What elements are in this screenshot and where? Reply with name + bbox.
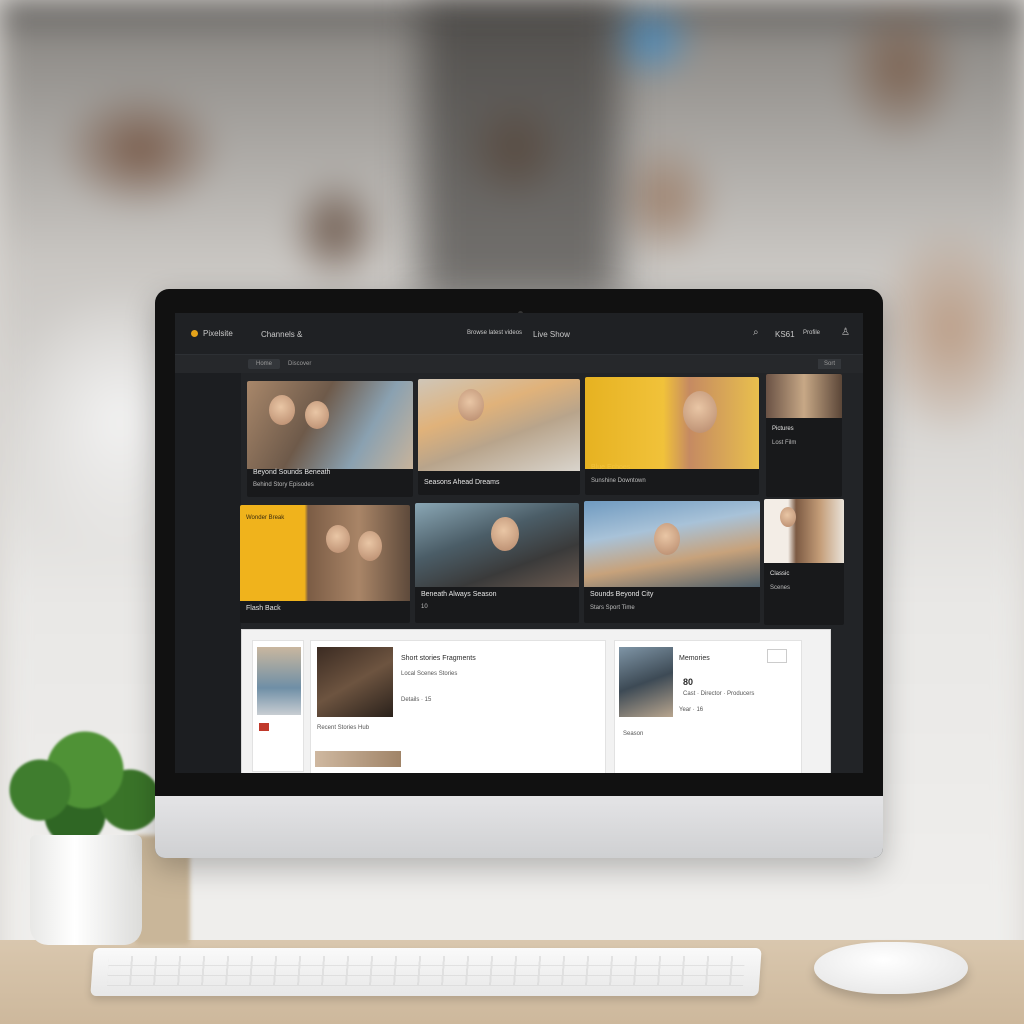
video-subtitle: Scenes [770,585,791,591]
person-figure [358,531,382,561]
keyboard [90,948,762,996]
video-label: Wonder Break [246,515,285,521]
user-label[interactable]: KS61 [775,330,795,339]
detail-title: Memories [679,655,710,662]
video-tile[interactable]: Classic Scenes [764,499,844,625]
video-tile[interactable]: Beneath Always Season 10 [415,503,579,623]
tab-live-show[interactable]: Live Show [533,330,570,339]
video-tile[interactable]: Sounds Beyond City Stars Sport Time [584,501,760,623]
video-thumbnail: Wonder Break [240,505,410,601]
video-tile[interactable]: Wonder Break Flash Back [240,505,410,623]
search-icon[interactable]: ⌕ [753,327,759,338]
video-thumbnail [585,377,759,469]
video-tile[interactable]: Beyond Sounds Beneath Behind Story Episo… [247,381,413,497]
profile-link[interactable]: Profile [803,330,820,336]
video-thumbnail [247,381,413,469]
story-title: Short stories Fragments [401,655,476,662]
app-subbar: Home Discover Sort [175,355,863,373]
background-shelf [420,0,620,300]
detail-footer: Season [623,731,644,737]
person-figure [491,517,519,551]
monitor: Pixelsite Channels & Browse latest video… [155,289,883,858]
video-title: Pictures [772,426,794,432]
screen: Pixelsite Channels & Browse latest video… [175,313,863,773]
expand-icon[interactable] [767,649,787,663]
monitor-chin [155,796,883,858]
video-tile[interactable]: Pictures Lost Film [766,374,842,497]
person-figure [654,523,680,555]
video-title: Sounds Beyond City [590,591,654,598]
video-subtitle: Sunshine Downtown [591,478,646,484]
record-icon[interactable] [259,723,269,731]
plant-pot [30,835,142,945]
mouse [814,942,968,994]
video-thumbnail [418,379,580,471]
person-figure [326,525,350,553]
video-thumbnail [766,374,842,418]
sort-button[interactable]: Sort [817,359,841,369]
story-image [317,647,393,717]
sidebar [175,373,241,773]
tab-home[interactable]: Home [248,359,281,369]
video-thumbnail [764,499,844,563]
video-title: Flash Back [246,605,281,612]
video-subtitle: Behind Story Episodes [253,482,314,488]
person-figure [780,507,796,527]
user-icon[interactable]: ♙ [841,327,850,338]
person-figure [269,395,295,425]
story-card[interactable]: Short stories Fragments Local Scenes Sto… [310,640,606,773]
video-subtitle: Lost Film [772,440,797,446]
keyboard-keys [107,956,746,986]
app-topbar: Pixelsite Channels & Browse latest video… [175,313,863,355]
story-meta: Details · 15 [401,697,432,703]
video-thumbnail [584,501,760,587]
detail-image [619,647,673,717]
person-figure [683,391,717,433]
detail-meta: Year · 16 [679,707,704,713]
tab-discover[interactable]: Discover [288,361,311,367]
story-line: Local Scenes Stories [401,671,458,677]
story-footer: Recent Stories Hub [317,725,370,731]
logo-icon [191,330,198,337]
story-strip[interactable] [315,751,401,767]
detail-panel: Short stories Fragments Local Scenes Sto… [241,629,831,773]
thumbnail-column [252,640,304,772]
story-thumbnail[interactable] [257,647,301,715]
video-tile[interactable]: Blue Echoes Sunshine Downtown [585,377,759,495]
video-subtitle: Stars Sport Time [590,605,635,611]
search-box[interactable]: Browse latest videos [467,330,522,336]
app-logo[interactable]: Pixelsite [191,329,233,338]
detail-count: 80 [683,677,694,687]
detail-card[interactable]: Memories 80 Cast · Director · Producers … [614,640,802,773]
video-title: Classic [770,571,790,577]
person-figure [305,401,329,429]
person-figure [458,389,484,421]
plant-leaves [0,730,165,845]
detail-line: Cast · Director · Producers [683,691,755,697]
video-thumbnail [415,503,579,587]
video-tile[interactable]: Seasons Ahead Dreams [418,379,580,495]
video-title: Seasons Ahead Dreams [424,479,500,486]
video-title: Beneath Always Season [421,591,497,598]
logo-text: Pixelsite [203,329,233,338]
video-subtitle: 10 [421,604,428,610]
video-title: Beyond Sounds Beneath [253,469,331,476]
nav-channels[interactable]: Channels & [261,330,302,339]
video-title: Blue Echoes [591,464,631,471]
